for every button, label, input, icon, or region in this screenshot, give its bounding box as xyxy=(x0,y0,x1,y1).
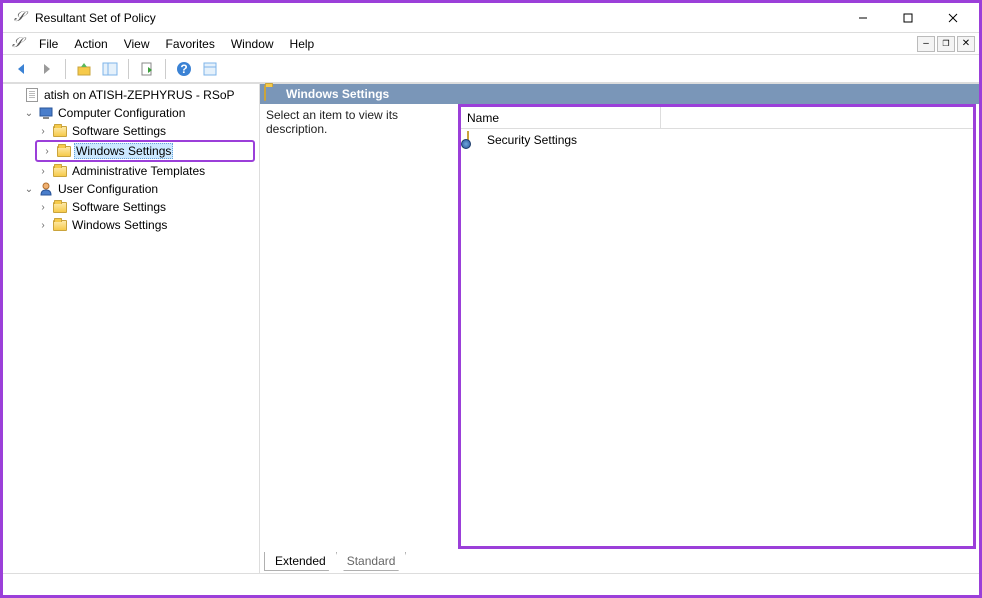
menubar-app-icon xyxy=(11,36,27,52)
description-column: Select an item to view its description. xyxy=(260,104,455,552)
maximize-icon xyxy=(903,13,913,23)
up-folder-icon xyxy=(76,61,92,77)
list-item-security-settings[interactable]: Security Settings xyxy=(463,131,971,149)
properties-button[interactable] xyxy=(198,57,222,81)
main-area: atish on ATISH-ZEPHYRUS - RSoP ⌄ Compute… xyxy=(3,83,979,573)
tab-strip: Extended Standard xyxy=(260,552,979,573)
close-icon xyxy=(948,13,958,23)
folder-icon xyxy=(264,86,280,102)
folder-icon xyxy=(52,123,68,139)
window-controls xyxy=(840,4,975,32)
close-button[interactable] xyxy=(930,4,975,32)
main-window: Resultant Set of Policy File Action View… xyxy=(0,0,982,598)
chevron-right-icon[interactable]: › xyxy=(36,202,50,213)
computer-icon xyxy=(38,105,54,121)
properties-icon xyxy=(202,61,218,77)
forward-icon xyxy=(39,61,55,77)
tree-label: Software Settings xyxy=(70,199,168,215)
tree-panel[interactable]: atish on ATISH-ZEPHYRUS - RSoP ⌄ Compute… xyxy=(3,84,260,573)
list-item-label: Security Settings xyxy=(487,133,577,147)
help-icon: ? xyxy=(176,61,192,77)
chevron-right-icon[interactable]: › xyxy=(40,146,54,157)
chevron-right-icon[interactable]: › xyxy=(36,166,50,177)
tree-computer-config[interactable]: ⌄ Computer Configuration › Software Sett… xyxy=(19,104,257,180)
toolbar-separator xyxy=(65,59,66,79)
up-button[interactable] xyxy=(72,57,96,81)
content-header: Windows Settings xyxy=(260,84,979,104)
content-body: Select an item to view its description. … xyxy=(260,104,979,552)
tree-item-admin-templates[interactable]: › Administrative Templates xyxy=(33,162,257,180)
security-settings-icon xyxy=(467,132,483,148)
tree-root-label: atish on ATISH-ZEPHYRUS - RSoP xyxy=(42,87,237,103)
tab-extended[interactable]: Extended xyxy=(264,552,337,571)
annotation-highlight: › Windows Settings xyxy=(35,140,255,162)
menu-file[interactable]: File xyxy=(31,35,66,53)
menubar: File Action View Favorites Window Help ‒… xyxy=(3,33,979,55)
minimize-icon xyxy=(858,13,868,23)
folder-icon xyxy=(56,143,72,159)
tree-item-user-windows-settings[interactable]: › Windows Settings xyxy=(33,216,257,234)
titlebar: Resultant Set of Policy xyxy=(3,3,979,33)
toolbar: ? xyxy=(3,55,979,83)
app-icon xyxy=(13,10,29,26)
chevron-down-icon[interactable]: ⌄ xyxy=(22,184,36,195)
folder-icon xyxy=(52,163,68,179)
toolbar-separator-3 xyxy=(165,59,166,79)
list-body[interactable]: Security Settings xyxy=(461,129,973,546)
tree-label: Windows Settings xyxy=(70,217,169,233)
menu-window[interactable]: Window xyxy=(223,35,282,53)
tree-label: User Configuration xyxy=(56,181,160,197)
tree-label: Software Settings xyxy=(70,123,168,139)
mdi-close-button[interactable]: ✕ xyxy=(957,36,975,52)
menu-action[interactable]: Action xyxy=(66,35,115,53)
tree-item-software-settings[interactable]: › Software Settings xyxy=(33,122,257,140)
window-title: Resultant Set of Policy xyxy=(35,11,840,25)
folder-icon xyxy=(52,199,68,215)
column-header-label: Name xyxy=(467,111,499,125)
description-text: Select an item to view its description. xyxy=(266,108,398,136)
export-button[interactable] xyxy=(135,57,159,81)
menu-help[interactable]: Help xyxy=(282,35,323,53)
chevron-right-icon[interactable]: › xyxy=(36,220,50,231)
list-header[interactable]: Name xyxy=(461,107,973,129)
content-panel: Windows Settings Select an item to view … xyxy=(260,84,979,573)
tree-user-config[interactable]: ⌄ User Configuration › Software Settings xyxy=(19,180,257,234)
user-icon xyxy=(38,181,54,197)
toolbar-separator-2 xyxy=(128,59,129,79)
help-button[interactable]: ? xyxy=(172,57,196,81)
chevron-right-icon[interactable]: › xyxy=(36,126,50,137)
back-button[interactable] xyxy=(9,57,33,81)
tree-item-windows-settings[interactable]: › Windows Settings xyxy=(37,142,253,160)
statusbar xyxy=(3,573,979,595)
mdi-minimize-button[interactable]: ‒ xyxy=(917,36,935,52)
maximize-button[interactable] xyxy=(885,4,930,32)
export-icon xyxy=(139,61,155,77)
menu-favorites[interactable]: Favorites xyxy=(158,35,223,53)
forward-button[interactable] xyxy=(35,57,59,81)
svg-text:?: ? xyxy=(180,62,187,76)
chevron-down-icon[interactable]: ⌄ xyxy=(22,108,36,119)
tree-label: Computer Configuration xyxy=(56,105,187,121)
menu-view[interactable]: View xyxy=(116,35,158,53)
tab-standard[interactable]: Standard xyxy=(336,552,407,571)
list-column: Name Security Settings xyxy=(458,104,976,549)
content-header-label: Windows Settings xyxy=(286,87,389,101)
console-tree-icon xyxy=(102,61,118,77)
tree-root[interactable]: atish on ATISH-ZEPHYRUS - RSoP ⌄ Compute… xyxy=(5,86,257,234)
tree-label: Windows Settings xyxy=(74,143,173,159)
show-hide-tree-button[interactable] xyxy=(98,57,122,81)
folder-icon xyxy=(52,217,68,233)
mdi-restore-button[interactable]: ❐ xyxy=(937,36,955,52)
column-name[interactable]: Name xyxy=(461,107,661,128)
minimize-button[interactable] xyxy=(840,4,885,32)
document-icon xyxy=(24,87,40,103)
back-icon xyxy=(13,61,29,77)
tree-item-user-software-settings[interactable]: › Software Settings xyxy=(33,198,257,216)
tree-label: Administrative Templates xyxy=(70,163,207,179)
